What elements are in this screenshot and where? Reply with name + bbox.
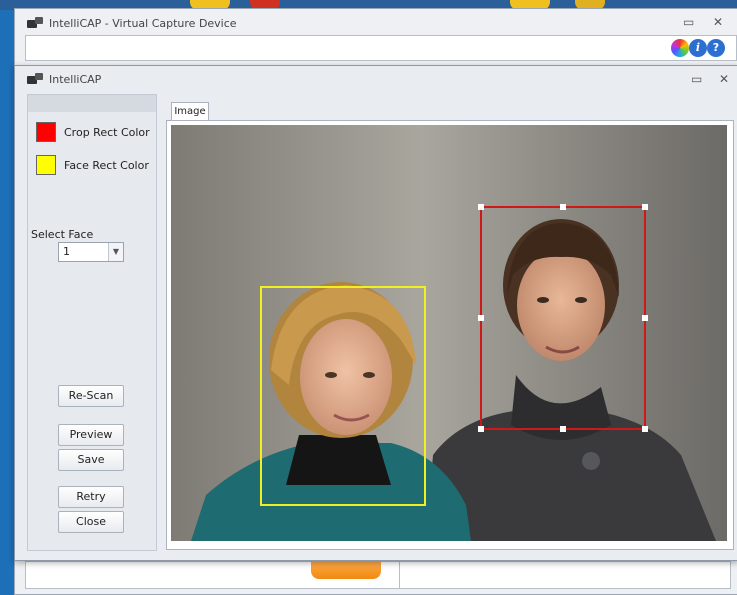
crop-handle[interactable] (642, 315, 648, 321)
select-face-label: Select Face (31, 228, 94, 241)
chevron-down-icon[interactable]: ▼ (108, 243, 123, 261)
crop-rect-color-label: Crop Rect Color (64, 125, 150, 139)
close-button[interactable]: ✕ (719, 72, 729, 86)
help-icon[interactable]: ? (707, 39, 725, 57)
capture-button[interactable] (311, 561, 381, 579)
tab-image[interactable]: Image (171, 102, 209, 120)
image-frame (166, 120, 734, 550)
close-button[interactable]: ✕ (713, 15, 723, 29)
toolbar (25, 35, 737, 61)
crop-handle[interactable] (478, 204, 484, 210)
image-panel: Image (166, 96, 734, 550)
face-rect-color-label: Face Rect Color (64, 158, 149, 172)
retry-button[interactable]: Retry (58, 486, 124, 508)
face-rect-color-row[interactable]: Face Rect Color (36, 155, 149, 175)
minimize-button[interactable]: ▭ (691, 72, 702, 86)
info-icon[interactable]: i (689, 39, 707, 57)
preview-button[interactable]: Preview (58, 424, 124, 446)
save-button[interactable]: Save (58, 449, 124, 471)
settings-panel: Crop Rect Color Face Rect Color Select F… (27, 94, 157, 551)
face-rect-color-swatch[interactable] (36, 155, 56, 175)
crop-handle[interactable] (642, 204, 648, 210)
crop-handle[interactable] (560, 426, 566, 432)
camera-icon (27, 17, 43, 29)
panel-header (28, 95, 156, 112)
select-face-value: 1 (63, 245, 70, 258)
crop-handle[interactable] (478, 315, 484, 321)
crop-handle[interactable] (560, 204, 566, 210)
close-button[interactable]: Close (58, 511, 124, 533)
crop-rect-color-row[interactable]: Crop Rect Color (36, 122, 150, 142)
minimize-button[interactable]: ▭ (683, 15, 694, 29)
camera-icon (27, 73, 43, 85)
select-face-dropdown[interactable]: 1 ▼ (58, 242, 124, 262)
window-title: IntelliCAP - Virtual Capture Device (49, 16, 237, 30)
title-bar: IntelliCAP - Virtual Capture Device ▭ ✕ (15, 9, 737, 37)
rescan-button[interactable]: Re-Scan (58, 385, 124, 407)
crop-handle[interactable] (478, 426, 484, 432)
crop-handle[interactable] (642, 426, 648, 432)
intellicap-dialog: IntelliCAP ▭ ✕ Crop Rect Color Face Rect… (14, 65, 737, 561)
captured-photo[interactable] (171, 125, 727, 541)
bottom-panel-right (399, 561, 731, 589)
color-wheel-icon[interactable] (671, 39, 689, 57)
title-bar: IntelliCAP ▭ ✕ (15, 66, 737, 92)
crop-rect-color-swatch[interactable] (36, 122, 56, 142)
window-title: IntelliCAP (49, 72, 102, 86)
